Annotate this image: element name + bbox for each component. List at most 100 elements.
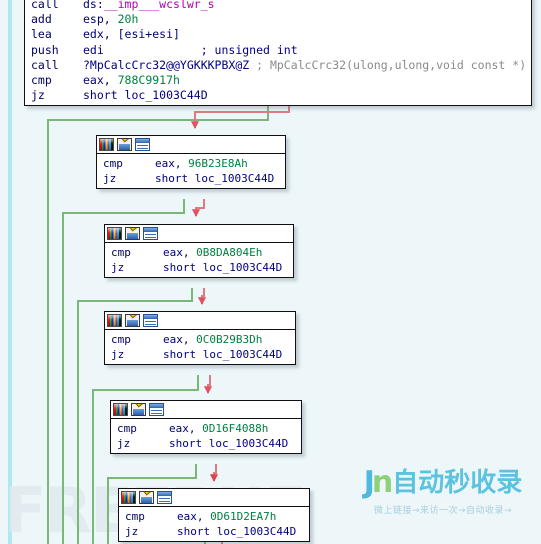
disasm-mnemonic: cmp xyxy=(103,157,123,170)
disasm-line[interactable]: cmp eax, 0B8DA804Eh xyxy=(105,245,293,260)
disasm-operand: short xyxy=(155,172,195,185)
disasm-line[interactable]: lea edx, [esi+esi] xyxy=(25,27,531,42)
disasm-operand: short xyxy=(163,348,203,361)
disasm-operand: loc_1003C44D xyxy=(194,172,275,185)
disasm-operand: ?MpCalcCrc32@@YGKKKPBX@Z xyxy=(83,57,257,72)
graph-canvas[interactable]: FREEBUF Jn 自动秒收录 微上链接→来访一次→自动收录→ xyxy=(0,0,541,544)
block-toolbar[interactable] xyxy=(97,136,285,154)
block-code: cmp eax, 0B8DA804Eh jz short loc_1003C44D xyxy=(105,243,293,277)
disasm-operand: short xyxy=(169,437,209,450)
disasm-operand: loc_1003C44D xyxy=(208,437,289,450)
basic-block-3[interactable]: cmp eax, 0C0B29B3Dh jz short loc_1003C44D xyxy=(104,311,296,365)
disasm-mnemonic: call xyxy=(31,0,59,11)
basic-block-5[interactable]: cmp eax, 0D61D2EA7h jz short loc_1003C44D xyxy=(118,488,310,542)
disasm-operand: loc_1003C44D xyxy=(202,261,283,274)
disasm-operand: eax, xyxy=(163,246,197,259)
disasm-operand: 0C0B29B3Dh xyxy=(196,333,263,346)
disasm-line[interactable]: cmp eax, 0D16F4088h xyxy=(111,421,301,436)
disasm-line[interactable]: cmp eax, 0D61D2EA7h xyxy=(119,509,309,524)
disasm-mnemonic: cmp xyxy=(111,246,131,259)
disasm-operand: eax, xyxy=(155,157,189,170)
disasm-line[interactable]: call ds:__imp___wcslwr_s xyxy=(25,0,531,12)
edit-icon[interactable] xyxy=(131,403,146,416)
watermark-site: Jn 自动秒收录 微上链接→来访一次→自动收录→ xyxy=(353,468,533,517)
disasm-operand: short xyxy=(163,261,203,274)
edit-icon[interactable] xyxy=(139,491,154,504)
disasm-line[interactable]: cmp eax, 0C0B29B3Dh xyxy=(105,332,295,347)
watermark-logo: Jn xyxy=(363,465,394,500)
disasm-operand: eax, xyxy=(169,422,203,435)
disasm-line[interactable]: call ?MpCalcCrc32@@YGKKKPBX@Z ; MpCalcCrc… xyxy=(25,58,531,73)
window-icon[interactable] xyxy=(135,138,150,151)
disasm-line[interactable]: jz short loc_1003C44D xyxy=(25,88,531,103)
edit-icon[interactable] xyxy=(117,138,132,151)
disasm-operand: ; MpCalcCrc32(ulong,ulong,void const *) xyxy=(256,57,527,72)
disasm-mnemonic: cmp xyxy=(31,73,52,88)
disasm-mnemonic: jz xyxy=(111,348,125,361)
left-guide-rail xyxy=(8,0,12,544)
disasm-operand: edx, [esi+esi] xyxy=(83,27,180,42)
disasm-line[interactable]: cmp eax, 788C9917h xyxy=(25,73,531,88)
disasm-line[interactable]: cmp eax, 96B23E8Ah xyxy=(97,156,285,171)
watermark-site-title: 自动秒收录 xyxy=(392,468,523,498)
disasm-operand: loc_1003C44D xyxy=(124,88,208,103)
disasm-operand: ; unsigned int xyxy=(103,42,298,57)
disasm-operand: eax, xyxy=(163,333,197,346)
disasm-mnemonic: jz xyxy=(111,261,125,274)
disasm-line[interactable]: add esp, 20h xyxy=(25,12,531,27)
disasm-operand: __imp___wcslwr_s xyxy=(103,0,215,11)
block-code: cmp eax, 0D61D2EA7h jz short loc_1003C44D xyxy=(119,507,309,541)
disasm-mnemonic: push xyxy=(31,42,59,57)
disasm-operand: edi xyxy=(83,42,104,57)
basic-block-2[interactable]: cmp eax, 0B8DA804Eh jz short loc_1003C44D xyxy=(104,224,294,278)
disasm-mnemonic: add xyxy=(31,12,52,27)
basic-block-4[interactable]: cmp eax, 0D16F4088h jz short loc_1003C44D xyxy=(110,400,302,454)
disasm-mnemonic: jz xyxy=(117,437,131,450)
palette-icon[interactable] xyxy=(107,314,122,327)
disasm-operand: eax, xyxy=(83,73,118,88)
disasm-line[interactable]: jz short loc_1003C44D xyxy=(105,260,293,275)
disasm-operand: 96B23E8Ah xyxy=(188,157,248,170)
disasm-line[interactable]: push edi ; unsigned int xyxy=(25,43,531,58)
disasm-line[interactable]: jz short loc_1003C44D xyxy=(105,347,295,362)
window-icon[interactable] xyxy=(143,227,158,240)
disasm-mnemonic: call xyxy=(31,57,59,72)
block-code: cmp eax, 96B23E8Ah jz short loc_1003C44D xyxy=(97,154,285,188)
palette-icon[interactable] xyxy=(121,491,136,504)
disasm-line[interactable]: jz short loc_1003C44D xyxy=(119,524,309,539)
disasm-operand: loc_1003C44D xyxy=(216,525,297,538)
block-code: cmp eax, 0C0B29B3Dh jz short loc_1003C44D xyxy=(105,330,295,364)
watermark-site-main: Jn 自动秒收录 xyxy=(353,468,533,498)
window-icon[interactable] xyxy=(149,403,164,416)
disasm-operand: loc_1003C44D xyxy=(202,348,283,361)
window-icon[interactable] xyxy=(143,314,158,327)
disasm-operand: 0D16F4088h xyxy=(202,422,269,435)
disasm-mnemonic: cmp xyxy=(111,333,131,346)
disasm-mnemonic: jz xyxy=(31,88,45,103)
window-icon[interactable] xyxy=(157,491,172,504)
disasm-operand: 0D61D2EA7h xyxy=(210,510,277,523)
disasm-mnemonic: lea xyxy=(31,27,52,42)
disasm-mnemonic: jz xyxy=(125,525,139,538)
block-code: call ds:__imp___wcslwr_s add esp, 20h lea edx… xyxy=(25,0,531,105)
disasm-operand: short xyxy=(83,88,125,103)
disasm-operand: short xyxy=(177,525,217,538)
block-code: cmp eax, 0D16F4088h jz short loc_1003C44D xyxy=(111,419,301,453)
disasm-operand: esp, xyxy=(83,12,118,27)
block-toolbar[interactable] xyxy=(105,312,295,330)
palette-icon[interactable] xyxy=(99,138,114,151)
edit-icon[interactable] xyxy=(125,227,140,240)
disasm-line[interactable]: jz short loc_1003C44D xyxy=(97,171,285,186)
block-toolbar[interactable] xyxy=(119,489,309,507)
disasm-operand: 0B8DA804Eh xyxy=(196,246,263,259)
disasm-line[interactable]: jz short loc_1003C44D xyxy=(111,436,301,451)
disasm-operand: 20h xyxy=(117,12,139,27)
edit-icon[interactable] xyxy=(125,314,140,327)
block-toolbar[interactable] xyxy=(105,225,293,243)
disasm-operand: 788C9917h xyxy=(117,73,180,88)
block-toolbar[interactable] xyxy=(111,401,301,419)
basic-block-root[interactable]: call ds:__imp___wcslwr_s add esp, 20h lea edx… xyxy=(24,0,532,107)
basic-block-1[interactable]: cmp eax, 96B23E8Ah jz short loc_1003C44D xyxy=(96,135,286,189)
palette-icon[interactable] xyxy=(107,227,122,240)
palette-icon[interactable] xyxy=(113,403,128,416)
